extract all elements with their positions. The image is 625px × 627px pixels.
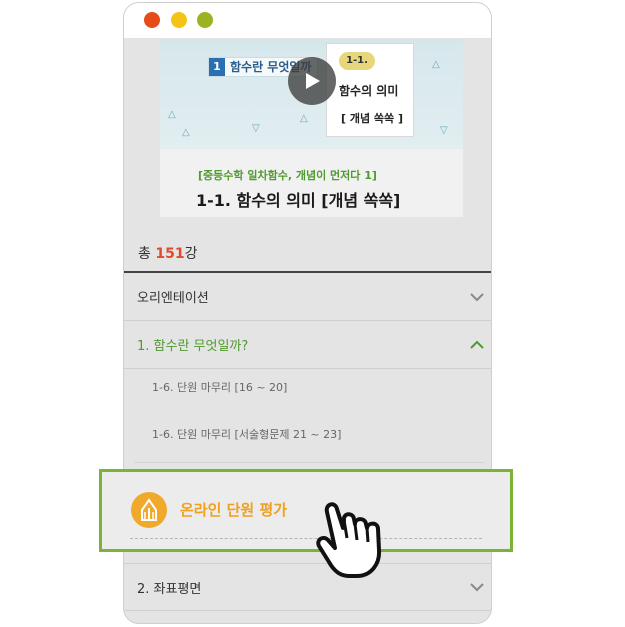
chevron-down-icon[interactable] bbox=[469, 579, 485, 595]
play-icon[interactable] bbox=[288, 57, 336, 105]
online-unit-evaluation-button[interactable]: 온라인 단원 평가 bbox=[99, 469, 513, 552]
lecture-count: 총 151강 bbox=[138, 243, 197, 263]
video-player[interactable]: △ △ ▽ △ △ ▽ 1 함수란 무엇일까 1-1. 함수의 의미 [ 개념 … bbox=[160, 39, 463, 217]
video-thumbnail: △ △ ▽ △ △ ▽ 1 함수란 무엇일까 1-1. 함수의 의미 [ 개념 … bbox=[160, 39, 463, 149]
triangle-decoration-icon: ▽ bbox=[440, 125, 448, 136]
card-subtitle: [ 개념 쏙쏙 ] bbox=[341, 112, 404, 125]
lesson-item[interactable]: 1-6. 단원 마무리 [서술형문제 21 ~ 23] bbox=[152, 426, 341, 442]
dashed-divider bbox=[130, 538, 482, 539]
section-orientation[interactable]: 오리엔테이션 bbox=[124, 273, 491, 321]
maximize-dot[interactable] bbox=[197, 12, 213, 28]
triangle-decoration-icon: △ bbox=[182, 127, 190, 138]
triangle-decoration-icon: △ bbox=[432, 59, 440, 70]
section-label: 오리엔테이션 bbox=[137, 291, 209, 306]
card-tag: 1-1. bbox=[339, 52, 375, 70]
triangle-decoration-icon: ▽ bbox=[252, 123, 260, 134]
chapter-number: 1 bbox=[209, 58, 225, 76]
divider bbox=[134, 462, 484, 463]
close-dot[interactable] bbox=[144, 12, 160, 28]
count-number: 151 bbox=[155, 246, 185, 262]
card-title: 함수의 의미 bbox=[339, 84, 399, 98]
chevron-down-icon[interactable] bbox=[469, 289, 485, 305]
video-caption: [중등수학 일차함수, 개념이 먼저다 1] 1-1. 함수의 의미 [개념 쏙… bbox=[160, 149, 463, 217]
online-eval-label: 온라인 단원 평가 bbox=[180, 501, 288, 519]
lecture-title: 1-1. 함수의 의미 [개념 쏙쏙] bbox=[196, 191, 401, 210]
section-chapter-2[interactable]: 2. 좌표평면 bbox=[124, 563, 491, 611]
hand-cursor-icon bbox=[316, 502, 382, 578]
triangle-decoration-icon: △ bbox=[300, 113, 308, 124]
lesson-item[interactable]: 1-6. 단원 마무리 [16 ~ 20] bbox=[152, 379, 287, 395]
section-chapter-1[interactable]: 1. 함수란 무엇일까? bbox=[124, 321, 491, 369]
section-label: 2. 좌표평면 bbox=[137, 581, 202, 597]
course-subtitle: [중등수학 일차함수, 개념이 먼저다 1] bbox=[198, 169, 377, 182]
count-prefix: 총 bbox=[138, 246, 156, 262]
thumbnail-card: 1-1. 함수의 의미 [ 개념 쏙쏙 ] bbox=[326, 43, 414, 137]
section-label: 1. 함수란 무엇일까? bbox=[137, 339, 249, 354]
chevron-up-icon[interactable] bbox=[469, 337, 485, 353]
pencil-icon bbox=[131, 492, 167, 528]
count-suffix: 강 bbox=[184, 246, 198, 262]
triangle-decoration-icon: △ bbox=[168, 109, 176, 120]
window-titlebar bbox=[124, 3, 491, 39]
minimize-dot[interactable] bbox=[171, 12, 187, 28]
